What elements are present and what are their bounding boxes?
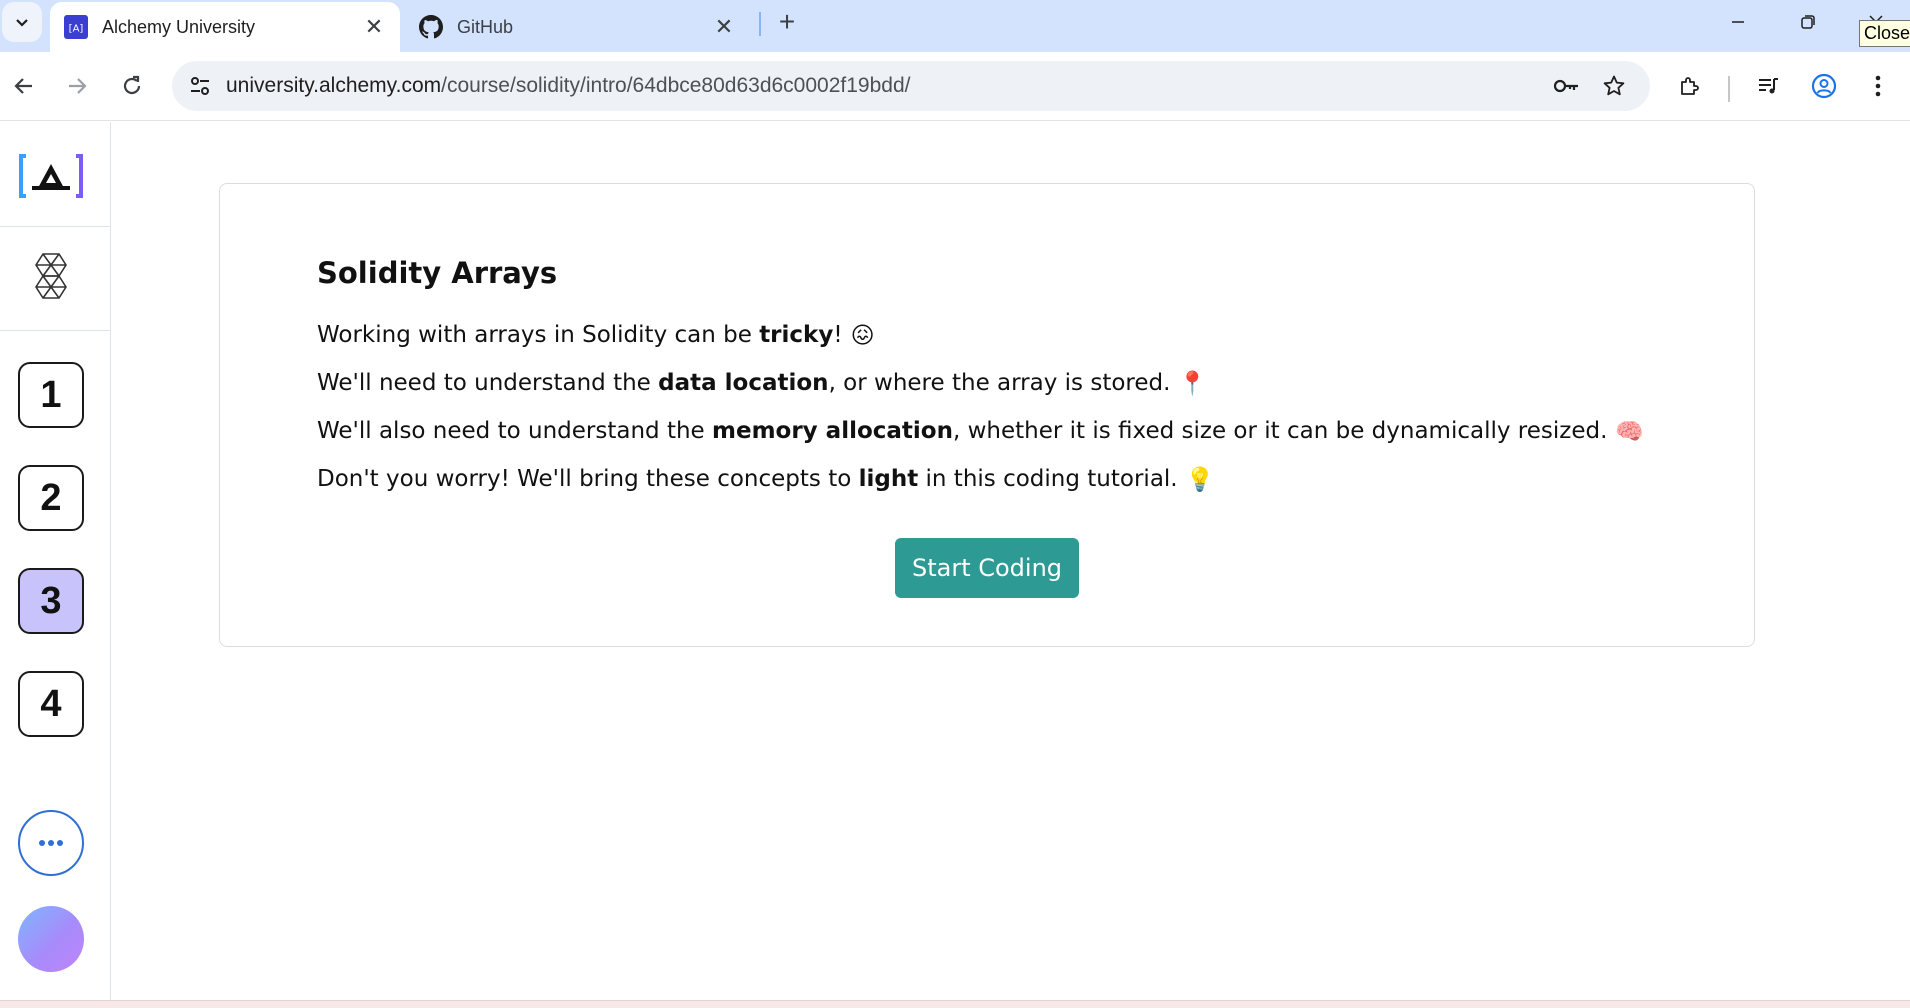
- more-horizontal-icon: [39, 840, 63, 846]
- round-pushpin-icon: 📍: [1178, 371, 1208, 397]
- chevron-down-icon: [16, 19, 28, 27]
- browser-menu-button[interactable]: [1860, 68, 1896, 104]
- close-tooltip: Close: [1859, 20, 1910, 47]
- github-icon: [419, 15, 443, 39]
- tab-title: Alchemy University: [102, 16, 256, 37]
- tab-alchemy-university[interactable]: [A] Alchemy University ✕: [50, 2, 400, 52]
- address-bar[interactable]: university.alchemy.com/course/solidity/i…: [172, 61, 1650, 111]
- back-button[interactable]: [6, 68, 42, 104]
- start-coding-button[interactable]: Start Coding: [895, 538, 1079, 598]
- course-sidebar: 1 2 3 4: [0, 122, 111, 1000]
- lesson-paragraph: We'll also need to understand the memory…: [317, 418, 1645, 445]
- window-bottom-edge: [0, 1000, 1910, 1008]
- alchemy-logo[interactable]: [18, 152, 84, 200]
- reload-button[interactable]: [114, 68, 150, 104]
- minimize-icon: [1732, 21, 1744, 23]
- lesson-paragraph: Working with arrays in Solidity can be t…: [317, 322, 875, 349]
- step-3-button[interactable]: 3: [18, 568, 84, 634]
- password-key-button[interactable]: [1548, 68, 1584, 104]
- puzzle-icon: [1681, 77, 1699, 95]
- step-2-button[interactable]: 2: [18, 465, 84, 531]
- lesson-paragraph: Don't you worry! We'll bring these conce…: [317, 466, 1215, 493]
- url-host: university.alchemy.com: [226, 74, 442, 97]
- playlist-music-icon: [1759, 78, 1778, 94]
- tab-separator: [759, 12, 761, 36]
- minimize-button[interactable]: [1710, 4, 1766, 40]
- account-circle-icon: [1811, 73, 1837, 99]
- tune-icon: [191, 77, 209, 95]
- browser-tabstrip: [A] Alchemy University ✕ GitHub ✕ + Clos…: [0, 0, 1910, 52]
- lesson-title: Solidity Arrays: [317, 256, 558, 290]
- tab-github[interactable]: GitHub ✕: [405, 2, 750, 52]
- tab-close-icon[interactable]: ✕: [362, 14, 386, 39]
- profile-button[interactable]: [1806, 68, 1842, 104]
- reload-icon: [123, 75, 141, 95]
- media-controls-button[interactable]: [1750, 68, 1786, 104]
- confounded-face-icon: 😖: [850, 322, 875, 349]
- course-map-icon[interactable]: [34, 252, 68, 300]
- light-bulb-icon: 💡: [1185, 467, 1215, 493]
- tab-title: GitHub: [457, 16, 514, 37]
- restore-icon: [1801, 15, 1815, 29]
- url-text[interactable]: university.alchemy.com/course/solidity/i…: [226, 61, 910, 111]
- bookmark-button[interactable]: [1596, 68, 1632, 104]
- more-options-button[interactable]: [18, 810, 84, 876]
- forward-button[interactable]: [59, 68, 95, 104]
- url-path: /course/solidity/intro/64dbce80d63d6c000…: [441, 74, 911, 97]
- arrow-right-icon: [69, 78, 87, 94]
- restore-button[interactable]: [1780, 4, 1836, 40]
- sidebar-divider: [0, 226, 110, 227]
- alchemy-favicon-icon: [A]: [64, 15, 88, 39]
- step-1-button[interactable]: 1: [18, 362, 84, 428]
- tab-search-button[interactable]: [2, 2, 42, 42]
- lesson-paragraph: We'll need to understand the data locati…: [317, 370, 1208, 397]
- new-tab-button[interactable]: +: [772, 6, 802, 37]
- tab-close-icon[interactable]: ✕: [712, 14, 736, 39]
- extensions-button[interactable]: [1672, 68, 1708, 104]
- browser-toolbar: university.alchemy.com/course/solidity/i…: [0, 52, 1910, 121]
- brain-icon: 🧠: [1615, 419, 1645, 445]
- toolbar-divider: [1728, 76, 1730, 102]
- svg-text:[A]: [A]: [69, 24, 84, 35]
- step-4-button[interactable]: 4: [18, 671, 84, 737]
- arrow-left-icon: [14, 78, 32, 94]
- key-icon: [1553, 79, 1578, 93]
- site-info-button[interactable]: [182, 68, 218, 104]
- sidebar-divider: [0, 330, 110, 331]
- star-icon: [1603, 75, 1625, 96]
- user-avatar[interactable]: [18, 906, 84, 972]
- more-vertical-icon: [1875, 75, 1881, 97]
- lesson-card: Solidity Arrays Working with arrays in S…: [219, 183, 1755, 647]
